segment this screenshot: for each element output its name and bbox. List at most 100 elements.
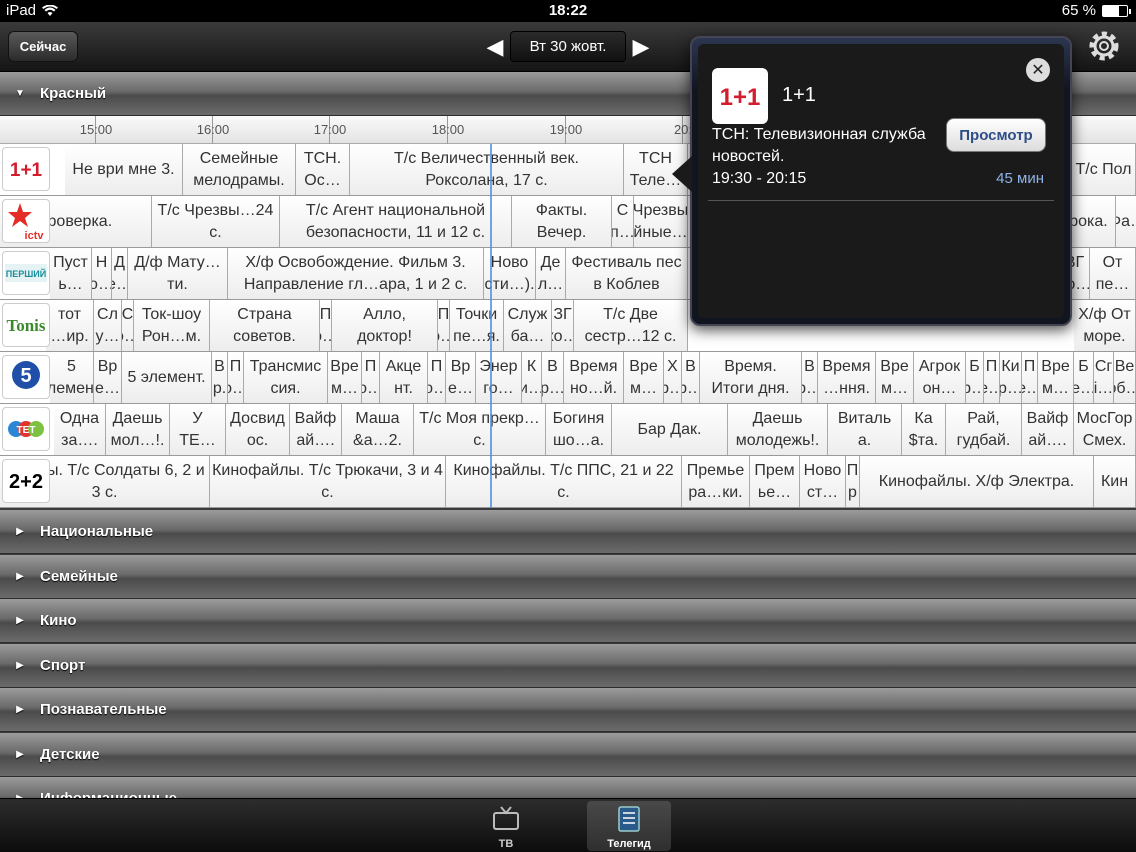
- program-cell[interactable]: Кинофайлы. Т/с ППС, 21 и 22 с.: [446, 456, 682, 507]
- program-cell[interactable]: Де л…: [536, 248, 566, 299]
- program-cell[interactable]: Чрезвы йные…: [634, 196, 688, 247]
- program-cell[interactable]: Т/с Чрезвы…24 с.: [152, 196, 280, 247]
- program-cell[interactable]: Не ври мне 3.: [65, 144, 183, 195]
- watch-button[interactable]: Просмотр: [946, 118, 1046, 152]
- channel-logo[interactable]: ТЕТ: [2, 407, 50, 451]
- program-cell[interactable]: Сг і…: [1094, 352, 1114, 403]
- program-cell[interactable]: Страна советов.: [210, 300, 320, 351]
- program-cell[interactable]: Пуст ь…: [50, 248, 92, 299]
- program-cell[interactable]: Т/с Пол: [1072, 144, 1136, 195]
- program-cell[interactable]: Бар Дак.: [612, 404, 728, 455]
- program-cell[interactable]: П е…: [984, 352, 1000, 403]
- program-cell[interactable]: П о…: [228, 352, 244, 403]
- program-cell[interactable]: Фа…: [1116, 196, 1136, 247]
- program-cell[interactable]: Н о…: [92, 248, 112, 299]
- program-cell[interactable]: Акце нт.: [380, 352, 428, 403]
- program-cell[interactable]: Время …ння.: [818, 352, 876, 403]
- group-header[interactable]: ▶ Детские: [0, 732, 1136, 777]
- group-header[interactable]: ▶ Спорт: [0, 643, 1136, 688]
- program-cell[interactable]: Одна за….: [54, 404, 106, 455]
- program-cell[interactable]: Точки пе…я.: [450, 300, 504, 351]
- group-header[interactable]: ▶ Познавательные: [0, 688, 1136, 732]
- program-cell[interactable]: Энер го…: [476, 352, 522, 403]
- program-cell[interactable]: Т/с Величественный век. Роксолана, 17 с.: [350, 144, 624, 195]
- program-cell[interactable]: Время но…й.: [564, 352, 624, 403]
- program-cell[interactable]: С п…: [612, 196, 634, 247]
- program-cell[interactable]: В р…: [542, 352, 564, 403]
- program-cell[interactable]: В р…: [682, 352, 700, 403]
- program-cell[interactable]: П р: [846, 456, 860, 507]
- program-cell[interactable]: Маша &а…2.: [342, 404, 414, 455]
- program-cell[interactable]: П е…: [1022, 352, 1038, 403]
- program-cell[interactable]: Д е…: [112, 248, 128, 299]
- program-cell[interactable]: Факты. Вечер.: [512, 196, 612, 247]
- program-cell[interactable]: Ки р…: [1000, 352, 1022, 403]
- program-cell[interactable]: Трансмис сия.: [244, 352, 328, 403]
- tab-guide[interactable]: Телегид: [587, 801, 671, 851]
- program-cell[interactable]: В р.: [212, 352, 228, 403]
- program-cell[interactable]: В р…: [802, 352, 818, 403]
- program-cell[interactable]: Ка $та.: [902, 404, 946, 455]
- program-cell[interactable]: Вр е…: [94, 352, 122, 403]
- program-cell[interactable]: К и…: [522, 352, 542, 403]
- program-cell[interactable]: Х/ф От море.: [1074, 300, 1136, 351]
- program-cell[interactable]: Д/ф Мату…ти.: [128, 248, 228, 299]
- program-cell[interactable]: ЗГ ко…: [552, 300, 574, 351]
- program-cell[interactable]: Даешь молодежь!.: [728, 404, 828, 455]
- program-cell[interactable]: Т/с Две сестр…12 с.: [574, 300, 688, 351]
- channel-logo[interactable]: ictv: [2, 199, 50, 243]
- now-button[interactable]: Сейчас: [8, 31, 78, 62]
- program-cell[interactable]: Вайф ай….: [290, 404, 342, 455]
- program-cell[interactable]: С о…: [122, 300, 134, 351]
- channel-logo[interactable]: 2+2: [2, 459, 50, 503]
- program-cell[interactable]: Прем ье…: [750, 456, 800, 507]
- channel-logo[interactable]: 5: [2, 355, 50, 399]
- gear-icon[interactable]: [1084, 26, 1124, 66]
- program-cell[interactable]: Вр е…: [446, 352, 476, 403]
- program-cell[interactable]: Вре м…: [624, 352, 664, 403]
- previous-day-icon[interactable]: ◀: [480, 31, 510, 62]
- program-cell[interactable]: Премье ра…ки.: [682, 456, 750, 507]
- program-cell[interactable]: П о…: [428, 352, 446, 403]
- program-cell[interactable]: Х/ф Освобождение. Фильм 3. Направление г…: [228, 248, 484, 299]
- program-cell[interactable]: От пе…: [1090, 248, 1136, 299]
- program-cell[interactable]: Вре м…: [328, 352, 362, 403]
- date-label[interactable]: Вт 30 жовт.: [510, 31, 626, 62]
- program-cell[interactable]: Кинофайлы. Х/ф Электра.: [860, 456, 1094, 507]
- program-cell[interactable]: Кин: [1094, 456, 1136, 507]
- program-cell[interactable]: Рай, гудбай.: [946, 404, 1022, 455]
- program-cell[interactable]: Богиня шо…а.: [546, 404, 612, 455]
- program-cell[interactable]: Ток-шоу Рон…м.: [134, 300, 210, 351]
- program-cell[interactable]: Семейные мелодрамы.: [183, 144, 296, 195]
- group-header[interactable]: ▶Информационные: [0, 777, 1136, 798]
- group-header[interactable]: ▶ Кино: [0, 599, 1136, 643]
- group-header[interactable]: ▶ Национальные: [0, 510, 1136, 554]
- program-cell[interactable]: П о…: [362, 352, 380, 403]
- program-cell[interactable]: Служ ба…: [504, 300, 552, 351]
- channel-logo[interactable]: Tonis: [2, 303, 50, 347]
- program-cell[interactable]: Вайф ай….: [1022, 404, 1074, 455]
- program-cell[interactable]: Даешь мол…!.: [106, 404, 170, 455]
- program-cell[interactable]: Время. Итоги дня.: [700, 352, 802, 403]
- close-icon[interactable]: ✕: [1026, 58, 1050, 82]
- program-cell[interactable]: Сл у…: [94, 300, 122, 351]
- program-cell[interactable]: П о…: [320, 300, 332, 351]
- program-cell[interactable]: МосГор Смех.: [1074, 404, 1136, 455]
- program-cell[interactable]: Кинофайлы. Т/с Трюкачи, 3 и 4 с.: [210, 456, 446, 507]
- program-cell[interactable]: тот …ир.: [46, 300, 94, 351]
- program-cell[interactable]: Агрок он…: [914, 352, 966, 403]
- program-cell[interactable]: П о…: [438, 300, 450, 351]
- program-cell[interactable]: Фестиваль пес в Коблев: [566, 248, 688, 299]
- group-header[interactable]: ▶ Семейные: [0, 554, 1136, 599]
- program-cell[interactable]: Ново ст…: [800, 456, 846, 507]
- program-cell[interactable]: Т/с Агент национальной безопасности, 11 …: [280, 196, 512, 247]
- program-cell[interactable]: 5 элемент.: [50, 352, 94, 403]
- program-cell[interactable]: Алло, доктор!: [332, 300, 438, 351]
- tab-tv[interactable]: ТВ: [464, 801, 548, 851]
- program-cell[interactable]: Досвид ос.: [226, 404, 290, 455]
- program-cell[interactable]: Т/с Моя прекр…с.: [414, 404, 546, 455]
- program-cell[interactable]: Виталь а.: [828, 404, 902, 455]
- program-cell[interactable]: Б р…: [966, 352, 984, 403]
- program-cell[interactable]: Б е…: [1074, 352, 1094, 403]
- program-cell[interactable]: Х р…: [664, 352, 682, 403]
